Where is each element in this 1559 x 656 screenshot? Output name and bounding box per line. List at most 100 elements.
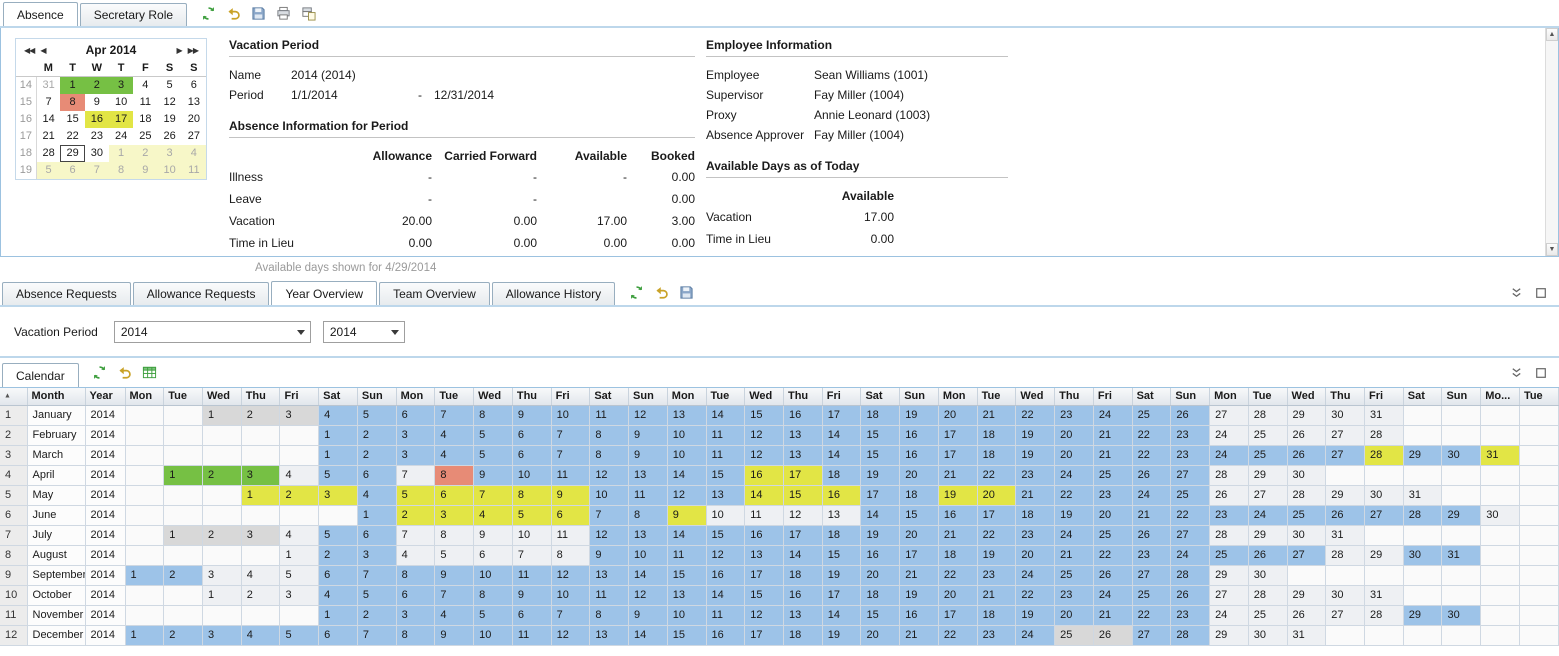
grid-day-cell[interactable]: 20 xyxy=(900,465,939,485)
grid-day-cell[interactable]: 22 xyxy=(1016,585,1055,605)
tab-year-overview[interactable]: Year Overview xyxy=(271,281,377,305)
grid-day-cell[interactable]: 13 xyxy=(783,605,822,625)
grid-day-cell[interactable]: 14 xyxy=(629,565,668,585)
grid-day-cell[interactable]: 26 xyxy=(1287,605,1326,625)
grid-day-cell[interactable]: 15 xyxy=(822,545,861,565)
grid-day-cell[interactable]: 18 xyxy=(977,425,1016,445)
grid-header-day[interactable]: Sat xyxy=(319,388,358,405)
grid-month-cell[interactable]: March xyxy=(27,445,85,465)
grid-day-cell[interactable]: 8 xyxy=(435,465,474,485)
grid-month-cell[interactable]: January xyxy=(27,405,85,425)
grid-day-cell[interactable]: 16 xyxy=(783,585,822,605)
grid-day-cell[interactable]: 13 xyxy=(706,485,745,505)
grid-day-cell[interactable]: 12 xyxy=(590,525,629,545)
grid-day-cell[interactable]: 22 xyxy=(1055,485,1094,505)
grid-day-cell[interactable]: 15 xyxy=(706,465,745,485)
grid-day-cell[interactable]: 9 xyxy=(435,625,474,645)
grid-day-cell[interactable]: 2 xyxy=(319,545,358,565)
grid-day-cell[interactable]: 15 xyxy=(667,565,706,585)
grid-day-cell[interactable]: 11 xyxy=(667,545,706,565)
grid-day-cell[interactable]: 28 xyxy=(1248,405,1287,425)
grid-day-cell[interactable]: 26 xyxy=(1287,445,1326,465)
mini-day-cell[interactable]: 18 xyxy=(133,111,157,128)
grid-header-day[interactable]: Sat xyxy=(1403,388,1442,405)
print-icon[interactable] xyxy=(274,4,292,22)
grid-day-cell[interactable]: 16 xyxy=(900,425,939,445)
grid-day-cell[interactable]: 6 xyxy=(357,525,396,545)
grid-day-cell[interactable]: 18 xyxy=(900,485,939,505)
grid-day-cell[interactable]: 13 xyxy=(667,405,706,425)
mini-day-cell[interactable]: 14 xyxy=(36,111,60,128)
grid-day-cell[interactable]: 24 xyxy=(1055,525,1094,545)
tab-absence-requests[interactable]: Absence Requests xyxy=(2,282,131,305)
grid-day-cell[interactable]: 6 xyxy=(551,505,590,525)
grid-day-cell[interactable]: 14 xyxy=(822,425,861,445)
grid-month-cell[interactable]: May xyxy=(27,485,85,505)
grid-header-day[interactable]: Tue xyxy=(164,388,203,405)
grid-header-day[interactable]: Thu xyxy=(241,388,280,405)
grid-day-cell[interactable]: 7 xyxy=(396,525,435,545)
grid-day-cell[interactable]: 26 xyxy=(1248,545,1287,565)
grid-day-cell[interactable]: 12 xyxy=(551,565,590,585)
grid-header-day[interactable]: Thu xyxy=(512,388,551,405)
mini-day-cell[interactable]: 22 xyxy=(60,128,84,145)
grid-day-cell[interactable]: 22 xyxy=(938,625,977,645)
grid-day-cell[interactable]: 30 xyxy=(1481,505,1520,525)
grid-day-cell[interactable]: 5 xyxy=(474,425,513,445)
grid-day-cell[interactable]: 11 xyxy=(590,585,629,605)
grid-day-cell[interactable]: 15 xyxy=(745,585,784,605)
scroll-up-icon[interactable]: ▲ xyxy=(1546,28,1558,41)
grid-day-cell[interactable]: 16 xyxy=(900,445,939,465)
grid-day-cell[interactable]: 1 xyxy=(164,465,203,485)
grid-day-cell[interactable]: 21 xyxy=(938,525,977,545)
grid-day-cell[interactable]: 14 xyxy=(822,445,861,465)
save-icon[interactable] xyxy=(249,4,267,22)
grid-header-month[interactable]: Month xyxy=(27,388,85,405)
mini-day-cell[interactable]: 5 xyxy=(36,162,60,179)
grid-day-cell[interactable]: 3 xyxy=(435,505,474,525)
grid-day-cell[interactable]: 11 xyxy=(551,465,590,485)
grid-day-cell[interactable]: 13 xyxy=(667,585,706,605)
grid-day-cell[interactable]: 27 xyxy=(1210,405,1249,425)
grid-day-cell[interactable]: 27 xyxy=(1132,565,1171,585)
grid-header-day[interactable]: Mo... xyxy=(1481,388,1520,405)
grid-row-number[interactable]: 10 xyxy=(0,585,27,605)
grid-day-cell[interactable]: 30 xyxy=(1442,445,1481,465)
grid-day-cell[interactable]: 16 xyxy=(783,405,822,425)
grid-day-cell[interactable]: 29 xyxy=(1442,505,1481,525)
grid-day-cell[interactable]: 28 xyxy=(1365,605,1404,625)
grid-day-cell[interactable]: 17 xyxy=(745,565,784,585)
grid-month-cell[interactable]: February xyxy=(27,425,85,445)
grid-header-day[interactable]: Fri xyxy=(551,388,590,405)
grid-day-cell[interactable]: 12 xyxy=(745,445,784,465)
grid-day-cell[interactable]: 23 xyxy=(1132,545,1171,565)
grid-day-cell[interactable]: 4 xyxy=(319,405,358,425)
grid-header-day[interactable]: Tue xyxy=(1519,388,1558,405)
grid-header-day[interactable]: Thu xyxy=(1326,388,1365,405)
grid-day-cell[interactable]: 2 xyxy=(396,505,435,525)
grid-header-day[interactable]: Sun xyxy=(357,388,396,405)
grid-header-day[interactable]: Sat xyxy=(590,388,629,405)
grid-day-cell[interactable]: 6 xyxy=(396,405,435,425)
grid-day-cell[interactable]: 25 xyxy=(1248,445,1287,465)
grid-day-cell[interactable]: 8 xyxy=(551,545,590,565)
grid-day-cell[interactable]: 22 xyxy=(1132,445,1171,465)
grid-row-number[interactable]: 7 xyxy=(0,525,27,545)
grid-day-cell[interactable]: 22 xyxy=(1132,605,1171,625)
grid-day-cell[interactable]: 20 xyxy=(1016,545,1055,565)
grid-day-cell[interactable]: 6 xyxy=(319,625,358,645)
grid-day-cell[interactable]: 27 xyxy=(1326,445,1365,465)
table-icon[interactable] xyxy=(141,364,159,382)
collapse-icon[interactable] xyxy=(1507,364,1525,382)
grid-month-cell[interactable]: October xyxy=(27,585,85,605)
grid-day-cell[interactable]: 11 xyxy=(706,445,745,465)
grid-day-cell[interactable]: 19 xyxy=(977,545,1016,565)
grid-day-cell[interactable]: 16 xyxy=(822,485,861,505)
grid-day-cell[interactable]: 16 xyxy=(900,605,939,625)
grid-day-cell[interactable]: 9 xyxy=(474,525,513,545)
grid-day-cell[interactable]: 14 xyxy=(667,465,706,485)
grid-day-cell[interactable]: 29 xyxy=(1403,445,1442,465)
grid-header-day[interactable]: Sat xyxy=(861,388,900,405)
grid-day-cell[interactable]: 6 xyxy=(512,605,551,625)
grid-header-day[interactable]: Sun xyxy=(1171,388,1210,405)
